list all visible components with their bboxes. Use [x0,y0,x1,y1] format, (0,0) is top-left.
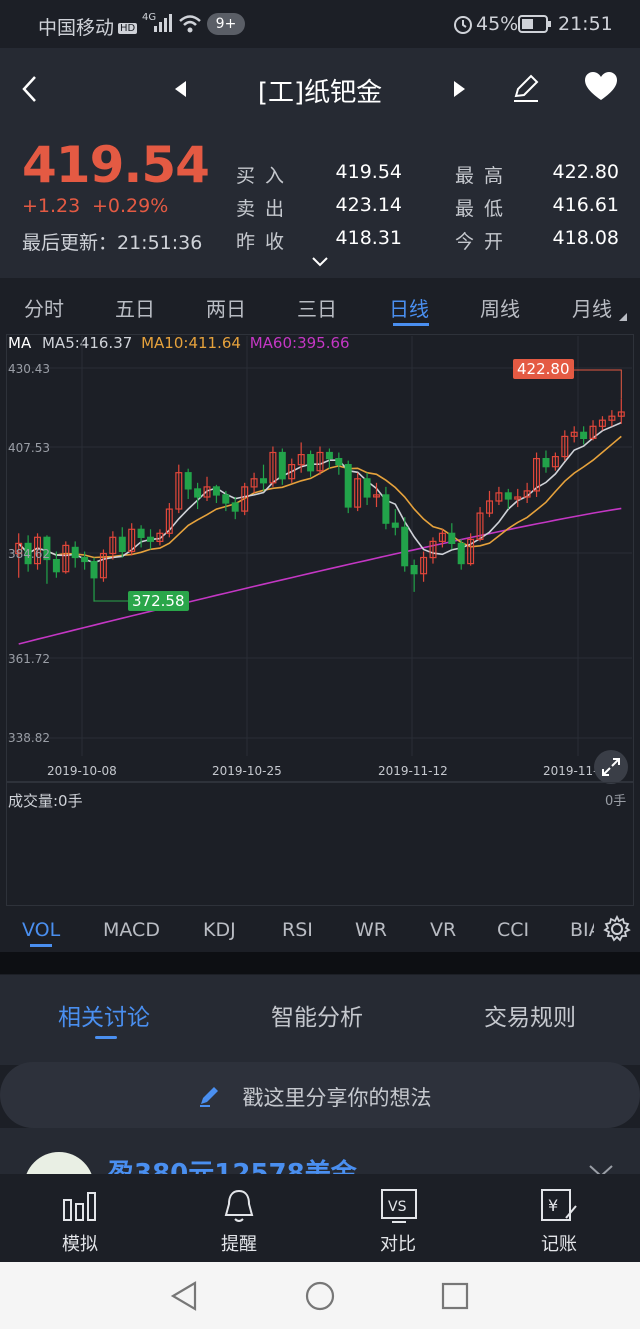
candle-body [410,564,418,575]
indicator-tab-rsi[interactable]: RSI [282,919,313,941]
candle-body [382,494,390,524]
fullscreen-expand-icon [602,758,620,776]
indicator-tab-wr[interactable]: WR [355,919,387,941]
candle-body [212,486,220,496]
candle-body [335,458,343,466]
indicator-tab-vol[interactable]: VOL [22,919,60,941]
candle-body [457,542,465,565]
y-tick: 361.72 [8,652,50,666]
candle-body [307,454,315,472]
indicator-tab-bias[interactable]: BIAS [570,919,594,941]
nav-compare[interactable]: 对比 [358,1230,438,1256]
candle-body [580,431,588,439]
bar-chart-icon[interactable] [62,1190,98,1222]
y-tick: 407.53 [8,441,50,455]
fullscreen-button[interactable] [594,750,628,784]
system-recents-icon[interactable] [441,1282,469,1310]
svg-text:¥: ¥ [548,1196,558,1215]
y-tick: 384.62 [8,547,50,561]
candle-body [222,494,230,504]
kline-chart[interactable] [0,0,640,780]
candle-body [52,558,60,573]
tab-related-discussion[interactable]: 相关讨论 [58,998,150,1032]
gear-icon[interactable] [603,915,631,943]
candle-body [118,536,126,552]
compare-vs-icon[interactable]: VS [380,1188,418,1224]
section-divider [0,952,640,974]
tab-smart-analysis[interactable]: 智能分析 [271,998,363,1032]
candle-body [184,472,192,490]
candle-body [260,478,268,484]
candle-body [363,478,371,498]
nav-bookkeeping[interactable]: 记账 [519,1230,599,1256]
svg-text:VS: VS [388,1199,407,1215]
x-tick: 2019-11-12 [378,764,448,778]
ma60-line [18,507,622,645]
candle-body [542,458,550,468]
candle-body [194,488,202,498]
system-back-icon[interactable] [170,1281,198,1311]
candle-body [504,492,512,500]
system-home-icon[interactable] [304,1280,336,1312]
indicator-tab-vr[interactable]: VR [430,919,456,941]
candle-body [278,451,286,480]
volume-chart-frame [6,782,634,906]
candle-body [137,528,145,538]
ma5-line [18,421,622,564]
nav-alerts[interactable]: 提醒 [199,1230,279,1256]
nav-simulate[interactable]: 模拟 [40,1230,120,1256]
discussion-active-underline [95,1036,117,1039]
ledger-icon[interactable]: ¥ [540,1188,580,1224]
bell-icon[interactable] [222,1188,256,1224]
candle-body [71,546,79,559]
indicator-tab-kdj[interactable]: KDJ [203,919,236,941]
candle-body [325,451,333,460]
candle-body [231,502,239,512]
high-price-marker: 422.80 [513,359,574,379]
candle-body [391,522,399,528]
x-tick: 2019-10-08 [47,764,117,778]
candle-body [90,560,98,579]
candle-body [147,536,155,542]
share-thought-placeholder: 戳这里分享你的想法 [242,1086,432,1110]
y-tick: 430.43 [8,362,50,376]
indicator-tab-cci[interactable]: CCI [497,919,529,941]
volume-label: 成交量:0手 [8,792,83,810]
indicator-active-underline [30,944,52,947]
candle-body [448,532,456,544]
indicator-tab-macd[interactable]: MACD [103,919,160,941]
x-tick: 2019-10-25 [212,764,282,778]
low-marker-leader [93,600,128,602]
candle-body [344,464,352,508]
tab-trading-rules[interactable]: 交易规则 [484,998,576,1032]
y-tick: 338.82 [8,731,50,745]
volume-axis-label: 0手 [605,794,627,809]
low-price-marker: 372.58 [128,591,189,611]
candle-body [401,526,409,567]
high-marker-leader [574,369,622,399]
candle-body [81,556,89,563]
